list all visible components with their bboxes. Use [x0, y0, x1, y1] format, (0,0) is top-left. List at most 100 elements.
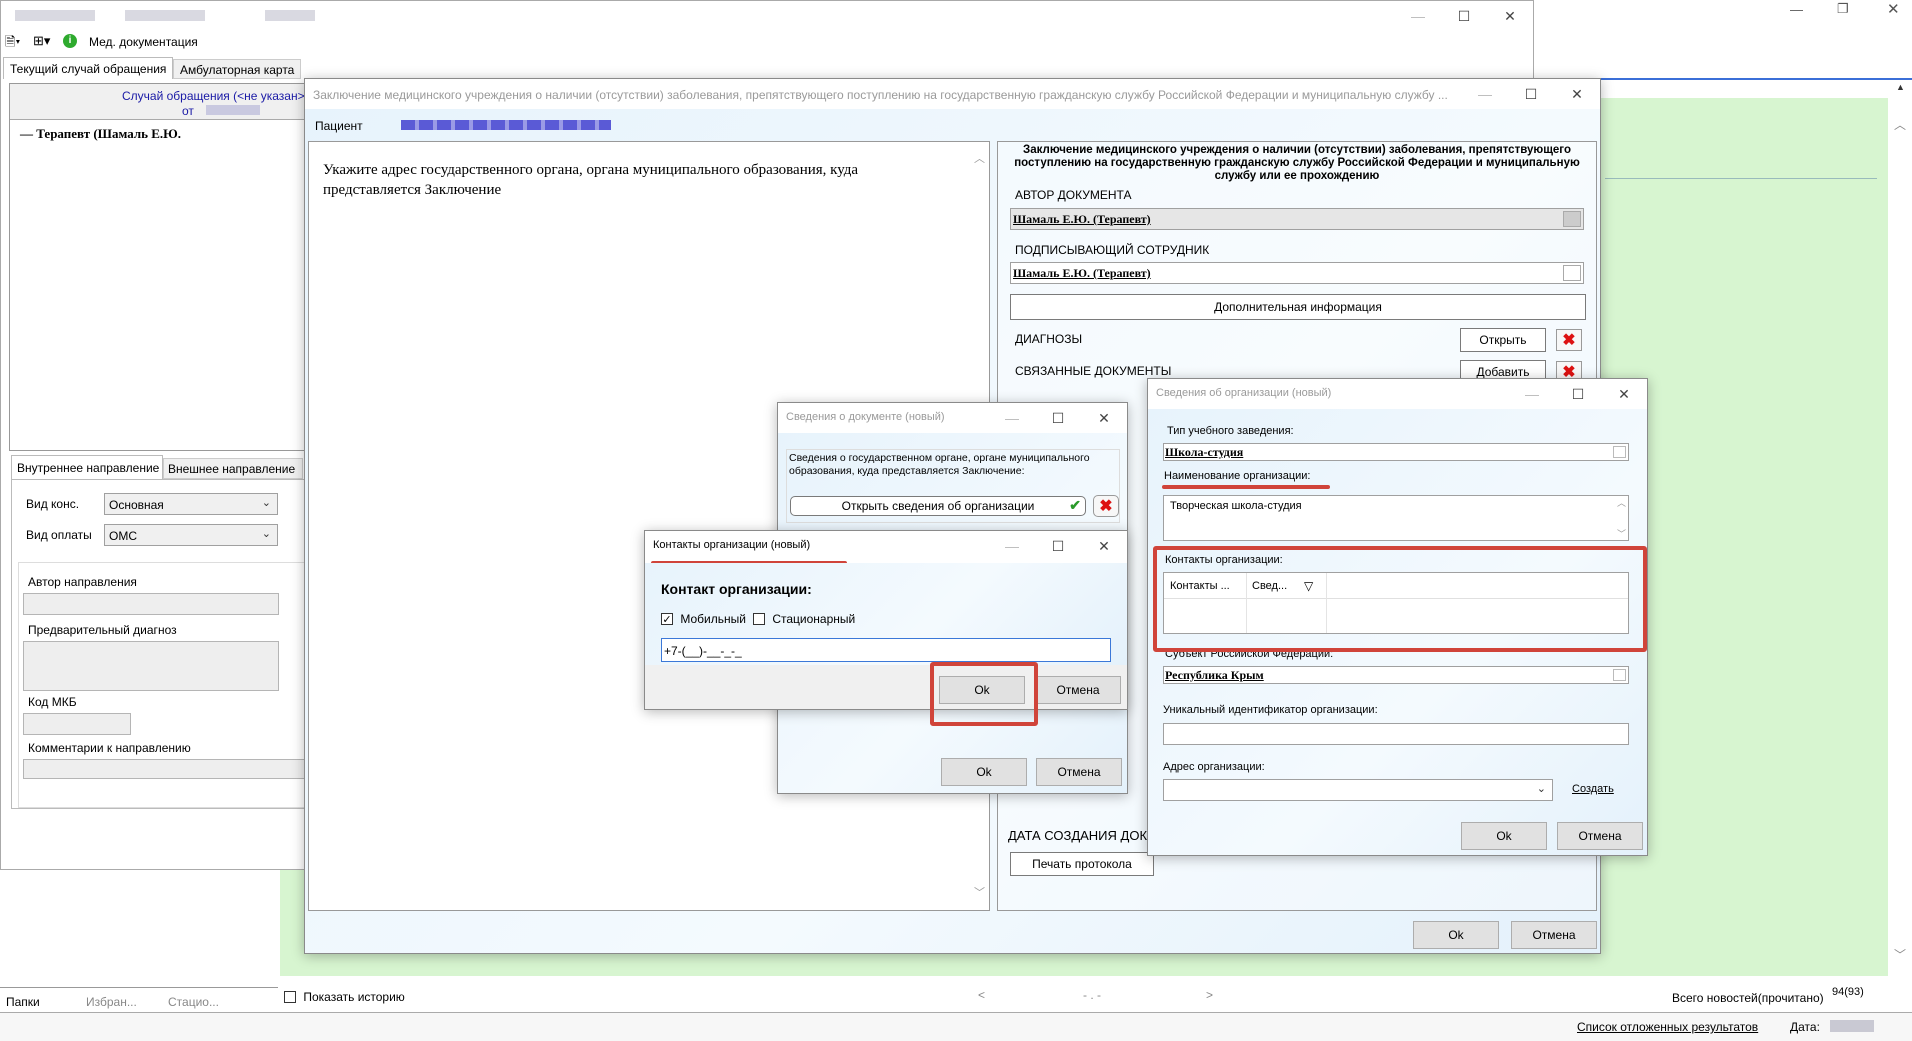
close-icon[interactable]: ✕ [1554, 79, 1600, 109]
comment-field[interactable] [23, 759, 313, 779]
close-icon[interactable]: ✕ [1487, 1, 1533, 31]
uid-field[interactable] [1163, 723, 1629, 745]
show-history-label: Показать историю [303, 989, 405, 1004]
tab-ambulatory-card[interactable]: Амбулаторная карта [173, 59, 301, 79]
conclusion-cancel-button[interactable]: Отмена [1511, 921, 1597, 949]
org-cancel-button[interactable]: Отмена [1557, 822, 1643, 850]
tab-current-case[interactable]: Текущий случай обращения [3, 57, 173, 79]
close-icon[interactable]: ✕ [1601, 379, 1647, 409]
show-history-check-icon[interactable] [284, 990, 296, 1003]
org-name-scroll-up-icon[interactable]: ︿ [1617, 496, 1626, 509]
tab-internal-direction-label: Внутреннее направление [17, 461, 160, 475]
tab-inpatient[interactable]: Стацио... [168, 995, 219, 1009]
minimize-icon[interactable]: — [1509, 379, 1555, 409]
org-name-scroll-down-icon[interactable]: ﹀ [1617, 527, 1626, 540]
close-icon[interactable]: ✕ [1081, 531, 1127, 561]
maximize-icon[interactable]: ☐ [1508, 79, 1554, 109]
mobile-checkbox[interactable]: ✓ Мобильный [661, 611, 761, 627]
org-ok-button[interactable]: Ok [1461, 822, 1547, 850]
mkb-field[interactable] [23, 713, 131, 735]
create-address-link[interactable]: Создать [1572, 783, 1614, 795]
green-panel-divider [1605, 178, 1877, 179]
landline-checkbox[interactable]: Стационарный [753, 611, 883, 627]
scroll-down-icon[interactable]: ﹀ [1894, 946, 1906, 963]
bg-window-controls: — ❐ ✕ [1770, 0, 1912, 22]
comment-label: Комментарии к направлению [28, 741, 191, 755]
minimize-icon[interactable]: — [1395, 1, 1441, 31]
doc-info-cancel-button[interactable]: Отмена [1036, 758, 1122, 786]
tab-internal-direction[interactable]: Внутреннее направление [11, 455, 163, 479]
patient-name-masked [401, 120, 611, 130]
news-prev-button[interactable]: < [978, 988, 985, 1002]
open-org-info-button[interactable]: Открыть сведения об организации ✔ [790, 496, 1086, 516]
right-scrollbar[interactable]: ︿ ﹀ ▲ [1888, 82, 1912, 976]
maximize-icon[interactable]: ☐ [1555, 379, 1601, 409]
diagnoses-delete-icon[interactable]: ✖ [1556, 329, 1582, 351]
phone-input[interactable]: +7-(__)-__-_-_ [661, 638, 1111, 662]
print-protocol-button[interactable]: Печать протокола [1010, 852, 1154, 876]
collapse-arrow-icon[interactable]: ▲ [1896, 82, 1905, 92]
subject-picker-icon[interactable] [1613, 669, 1626, 681]
doc-author-picker-icon[interactable] [1563, 211, 1581, 227]
bottom-left-tabs: Папки Избран... Стацио... [0, 987, 278, 1011]
landline-check-icon[interactable] [753, 612, 765, 625]
scroll-up-icon[interactable]: ︿ [1894, 116, 1906, 133]
doc-info-group: Сведения о государственном органе, орган… [786, 449, 1120, 523]
info-icon[interactable]: i [63, 34, 77, 48]
org-delete-icon[interactable]: ✖ [1093, 495, 1119, 517]
signer-field[interactable]: Шамаль Е.Ю. (Терапевт) [1010, 262, 1584, 284]
bg-close-icon[interactable]: ✕ [1887, 0, 1900, 18]
news-next-button[interactable]: > [1206, 988, 1213, 1002]
layout-menu-icon[interactable]: ⊞▾ [33, 33, 50, 49]
text-scroll-down-icon[interactable]: ﹀ [974, 884, 985, 900]
payment-select[interactable]: ОМС ⌄ [104, 524, 278, 546]
document-menu-icon[interactable]: 🗎▾ [5, 33, 20, 55]
creation-date-label: ДАТА СОЗДАНИЯ ДОКУМ [1008, 828, 1167, 843]
author-label: Автор направления [28, 575, 137, 589]
address-select[interactable]: ⌄ [1163, 779, 1553, 801]
maximize-icon[interactable]: ☐ [1035, 531, 1081, 561]
case-title[interactable]: Случай обращения (<не указан> [122, 89, 305, 103]
subject-field[interactable]: Республика Крым [1163, 666, 1629, 684]
text-scroll-up-icon[interactable]: ︿ [974, 150, 985, 166]
conclusion-ok-button[interactable]: Ok [1413, 921, 1499, 949]
mobile-check-icon[interactable]: ✓ [661, 612, 673, 626]
prelim-diag-field[interactable] [23, 641, 279, 691]
doc-info-ok-button[interactable]: Ok [941, 758, 1027, 786]
show-history-checkbox[interactable]: Показать историю [284, 989, 484, 1007]
signer-value: Шамаль Е.Ю. (Терапевт) [1013, 266, 1151, 280]
tab-folders[interactable]: Папки [6, 995, 40, 1009]
minimize-icon[interactable]: — [1462, 79, 1508, 109]
signer-picker-icon[interactable] [1563, 265, 1581, 281]
tree-item-therapist[interactable]: — Терапевт (Шамаль Е.Ю. [20, 126, 181, 142]
date-value-masked [1830, 1020, 1874, 1032]
tab-external-direction[interactable]: Внешнее направление [163, 458, 303, 479]
diagnoses-open-button[interactable]: Открыть [1460, 328, 1546, 352]
contacts-controls: — ☐ ✕ [989, 531, 1127, 561]
maximize-icon[interactable]: ☐ [1441, 1, 1487, 31]
close-icon[interactable]: ✕ [1081, 403, 1127, 433]
minimize-icon[interactable]: — [989, 531, 1035, 561]
deferred-results-link[interactable]: Список отложенных результатов [1577, 1020, 1758, 1034]
edu-type-picker-icon[interactable] [1613, 446, 1626, 458]
extra-info-button[interactable]: Дополнительная информация [1010, 294, 1586, 320]
news-total-count: 94(93) [1832, 986, 1864, 998]
med-docs-button[interactable]: Мед. документация [89, 35, 198, 49]
org-name-field[interactable]: Творческая школа-студия ︿ ﹀ [1163, 495, 1629, 541]
author-field[interactable] [23, 593, 279, 615]
direction-details-group: Автор направления Предварительный диагно… [18, 562, 313, 808]
edu-type-field[interactable]: Школа-студия [1163, 443, 1629, 461]
contacts-cancel-button[interactable]: Отмена [1035, 676, 1121, 704]
case-from: от [182, 104, 194, 118]
doc-author-field[interactable]: Шамаль Е.Ю. (Терапевт) [1010, 208, 1584, 230]
minimize-icon[interactable]: — [989, 403, 1035, 433]
tab-favorites[interactable]: Избран... [86, 995, 137, 1009]
cons-type-select[interactable]: Основная ⌄ [104, 493, 278, 515]
bg-minimize-icon[interactable]: — [1790, 2, 1803, 17]
maximize-icon[interactable]: ☐ [1035, 403, 1081, 433]
bg-restore-icon[interactable]: ❐ [1837, 1, 1849, 17]
signer-label: ПОДПИСЫВАЮЩИЙ СОТРУДНИК [1015, 243, 1210, 257]
uid-label: Уникальный идентификатор организации: [1163, 704, 1378, 716]
contacts-dialog: Контакты организации (новый) — ☐ ✕ Контакт… [644, 530, 1128, 710]
direction-panel: Вид конс. Основная ⌄ Вид оплаты ОМС ⌄ Ав… [11, 479, 313, 809]
